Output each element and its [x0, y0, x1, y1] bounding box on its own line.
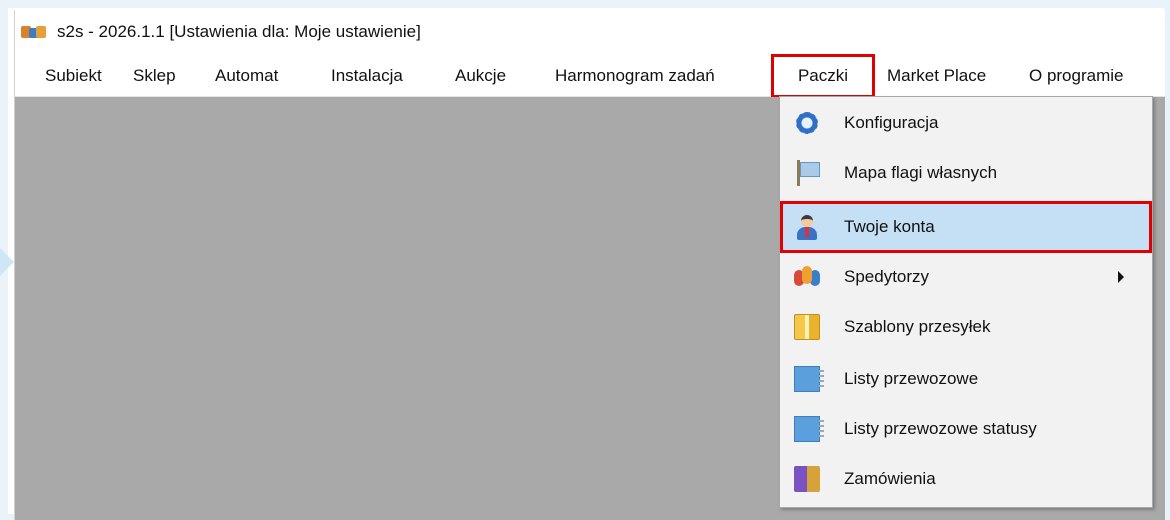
menu-bar: Subiekt Sklep Automat Instalacja Aukcje …	[15, 54, 1165, 98]
menu-item-spedytorzy[interactable]: Spedytorzy	[780, 255, 1152, 299]
menu-o-programie[interactable]: O programie	[1029, 56, 1123, 96]
side-arrow-icon	[0, 248, 14, 276]
submenu-arrow-icon	[1118, 271, 1124, 283]
user-account-icon	[794, 214, 820, 240]
window-title: s2s - 2026.1.1 [Ustawienia dla: Moje ust…	[57, 22, 421, 41]
menu-item-label: Szablony przesyłek	[844, 317, 991, 336]
menu-harmonogram-zadan[interactable]: Harmonogram zadań	[555, 56, 715, 96]
app-logo-icon	[21, 24, 47, 40]
menu-item-zamowienia[interactable]: Zamówienia	[780, 457, 1152, 501]
menu-sklep[interactable]: Sklep	[133, 56, 176, 96]
group-icon	[794, 264, 820, 290]
paczki-dropdown-menu: Konfiguracja Mapa flagi własnych Twoje k…	[779, 96, 1153, 508]
menu-item-listy-przewozowe-statusy[interactable]: Listy przewozowe statusy	[780, 407, 1152, 451]
menu-item-mapa-flagi[interactable]: Mapa flagi własnych	[780, 151, 1152, 195]
menu-market-place[interactable]: Market Place	[887, 56, 986, 96]
menu-subiekt[interactable]: Subiekt	[45, 56, 102, 96]
menu-item-listy-przewozowe[interactable]: Listy przewozowe	[780, 357, 1152, 401]
document-icon	[794, 366, 824, 392]
gear-icon	[794, 110, 820, 136]
menu-item-label: Zamówienia	[844, 469, 936, 488]
menu-paczki[interactable]: Paczki	[771, 54, 875, 98]
title-bar: s2s - 2026.1.1 [Ustawienia dla: Moje ust…	[15, 10, 1165, 54]
menu-item-label: Twoje konta	[844, 217, 935, 236]
screen-edge-top	[0, 0, 1170, 8]
flag-icon	[794, 160, 820, 186]
app-window: s2s - 2026.1.1 [Ustawienia dla: Moje ust…	[14, 10, 1165, 520]
menu-item-label: Listy przewozowe statusy	[844, 419, 1037, 438]
document-icon	[794, 416, 824, 442]
menu-instalacja[interactable]: Instalacja	[331, 56, 403, 96]
menu-automat[interactable]: Automat	[215, 56, 278, 96]
menu-item-label: Listy przewozowe	[844, 369, 979, 388]
menu-item-twoje-konta[interactable]: Twoje konta	[780, 201, 1152, 253]
menu-item-konfiguracja[interactable]: Konfiguracja	[780, 101, 1152, 145]
package-icon	[794, 314, 820, 340]
menu-item-label: Mapa flagi własnych	[844, 163, 998, 182]
menu-item-szablony-przesylek[interactable]: Szablony przesyłek	[780, 305, 1152, 349]
menu-item-label: Konfiguracja	[844, 113, 939, 132]
menu-item-label: Spedytorzy	[844, 267, 930, 286]
menu-aukcje[interactable]: Aukcje	[455, 56, 506, 96]
orders-icon	[794, 466, 820, 492]
